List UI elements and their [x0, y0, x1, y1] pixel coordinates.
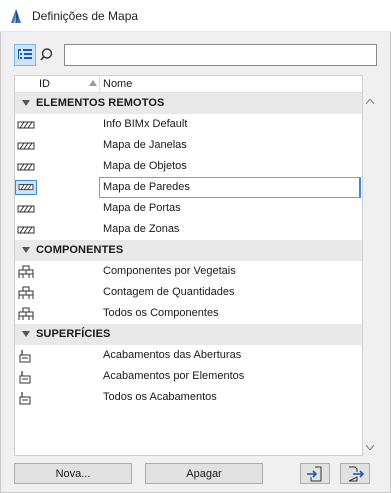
list-item[interactable]: Todos os Componentes [15, 303, 362, 324]
column-header-id[interactable]: ID [39, 78, 50, 90]
group-header-components[interactable]: COMPONENTES [15, 240, 362, 261]
item-name: Contagem de Quantidades [103, 286, 235, 298]
hatch-element-icon [17, 205, 35, 213]
collapse-arrow-icon[interactable] [22, 331, 30, 337]
scroll-up-arrow-icon[interactable] [366, 99, 374, 104]
title-bar: Definições de Mapa [0, 0, 391, 32]
collapse-arrow-icon[interactable] [22, 247, 30, 253]
paint-brush-icon [19, 392, 31, 405]
search-icon[interactable] [40, 47, 56, 63]
group-header-surfaces[interactable]: SUPERFÍCIES [15, 324, 362, 345]
group-label: SUPERFÍCIES [36, 328, 111, 340]
list-item[interactable]: Acabamentos das Aberturas [15, 345, 362, 366]
item-name: Mapa de Objetos [103, 160, 187, 172]
hatch-element-icon [17, 142, 35, 150]
export-button[interactable] [340, 463, 370, 484]
paint-brush-icon [19, 371, 31, 384]
group-header-remote-elements[interactable]: ELEMENTOS REMOTOS [15, 93, 362, 114]
item-name: Mapa de Portas [103, 202, 181, 214]
item-name: Todos os Componentes [103, 307, 219, 319]
component-stack-icon [18, 307, 34, 320]
item-name: Todos os Acabamentos [103, 391, 217, 403]
component-stack-icon [18, 286, 34, 299]
group-label: ELEMENTOS REMOTOS [36, 97, 165, 109]
item-name: Info BIMx Default [103, 118, 188, 130]
tree-view-toggle-button[interactable] [14, 44, 36, 66]
collapse-arrow-icon[interactable] [22, 100, 30, 106]
list-item[interactable]: Componentes por Vegetais [15, 261, 362, 282]
delete-button[interactable]: Apagar [145, 463, 263, 484]
column-header-name[interactable]: Nome [103, 78, 132, 90]
map-definitions-list[interactable]: ID Nome ELEMENTOS REMOTOS Info BIMx Defa… [14, 75, 363, 456]
archicad-icon [11, 9, 21, 23]
list-item-selected[interactable]: Mapa de Paredes [15, 177, 362, 198]
component-stack-icon [18, 265, 34, 278]
list-item[interactable]: Mapa de Janelas [15, 135, 362, 156]
list-item[interactable]: Todos os Acabamentos [15, 387, 362, 408]
item-name: Mapa de Zonas [103, 223, 180, 235]
item-name: Mapa de Paredes [103, 181, 190, 193]
item-name: Acabamentos das Aberturas [103, 349, 242, 361]
import-button[interactable] [300, 463, 330, 484]
sort-ascending-icon [89, 80, 97, 86]
column-separator[interactable] [99, 76, 100, 92]
window-title: Definições de Mapa [32, 9, 139, 23]
list-item[interactable]: Mapa de Zonas [15, 219, 362, 240]
list-item[interactable]: Contagem de Quantidades [15, 282, 362, 303]
item-name: Componentes por Vegetais [103, 265, 236, 277]
hatch-element-icon [17, 163, 35, 171]
item-name: Mapa de Janelas [103, 139, 187, 151]
paint-brush-icon [19, 350, 31, 363]
list-header: ID Nome [15, 76, 362, 93]
search-input[interactable] [64, 44, 377, 66]
list-scrollbar[interactable] [363, 75, 377, 456]
list-item[interactable]: Mapa de Objetos [15, 156, 362, 177]
new-button[interactable]: Nova... [14, 463, 132, 484]
list-item[interactable]: Acabamentos por Elementos [15, 366, 362, 387]
group-label: COMPONENTES [36, 244, 124, 256]
scroll-down-arrow-icon[interactable] [366, 445, 374, 450]
list-item[interactable]: Info BIMx Default [15, 114, 362, 135]
list-item[interactable]: Mapa de Portas [15, 198, 362, 219]
hatch-element-icon [15, 180, 37, 195]
import-icon [307, 466, 322, 481]
tree-view-icon [18, 49, 32, 59]
export-icon [348, 466, 365, 481]
hatch-element-icon [17, 226, 35, 234]
item-name: Acabamentos por Elementos [103, 370, 245, 382]
hatch-element-icon [17, 121, 35, 129]
